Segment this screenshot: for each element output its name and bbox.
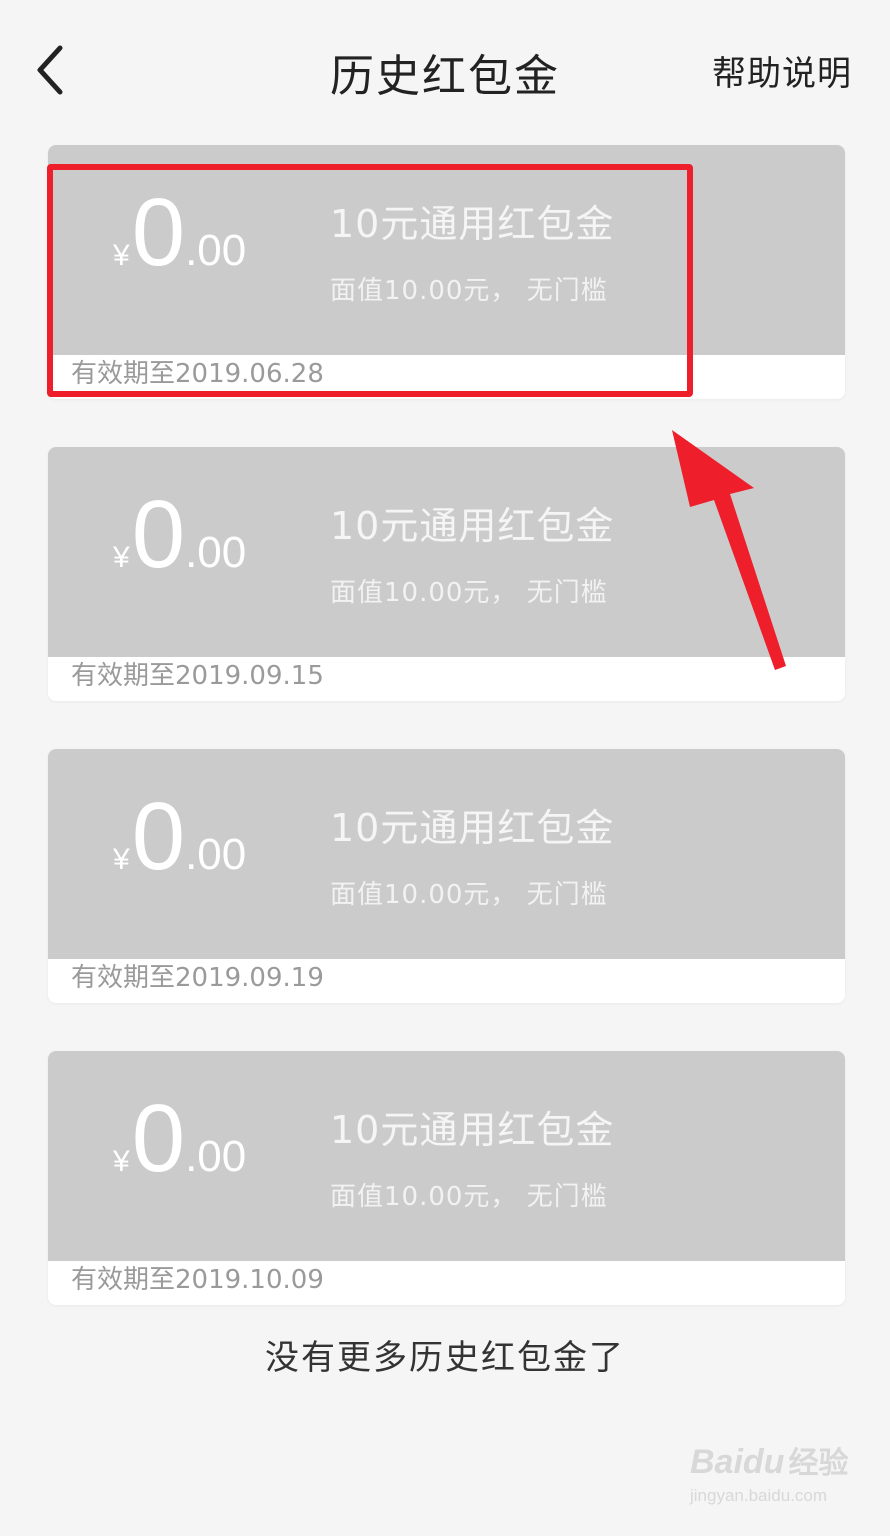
currency-symbol: ¥	[113, 843, 130, 876]
coupon-description: 面值10.00元， 无门槛	[330, 1182, 608, 1212]
currency-symbol: ¥	[113, 1145, 130, 1178]
wave-path	[48, 1246, 845, 1256]
coupon-expiry: 有效期至2019.10.09	[71, 1265, 324, 1295]
top-nav-bar: 历史红包金 帮助说明	[0, 0, 890, 140]
amount-decimal: .00	[185, 830, 247, 879]
watermark-brand-cn: 经验	[788, 1446, 849, 1481]
watermark: Baidu 经验 jingyan.baidu.com	[690, 1438, 860, 1518]
coupon-expiry: 有效期至2019.09.15	[71, 661, 324, 691]
coupon-description: 面值10.00元， 无门槛	[330, 578, 608, 608]
red-arrow-icon	[672, 430, 786, 670]
coupon-title: 10元通用红包金	[330, 504, 615, 548]
amount-integer: 0	[131, 481, 186, 588]
currency-symbol: ¥	[113, 541, 130, 574]
watermark-brand: Baidu	[690, 1443, 785, 1481]
coupon-card[interactable]: ¥0.00 10元通用红包金 面值10.00元， 无门槛 有效期至2019.10…	[48, 1051, 845, 1305]
help-button[interactable]: 帮助说明	[712, 46, 852, 95]
amount-integer: 0	[131, 1085, 186, 1192]
watermark-url: jingyan.baidu.com	[690, 1486, 828, 1505]
amount-integer: 0	[131, 783, 186, 890]
amount-decimal: .00	[185, 528, 247, 577]
coupon-amount: ¥0.00	[113, 487, 246, 583]
highlight-box	[47, 164, 693, 397]
coupon-card[interactable]: ¥0.00 10元通用红包金 面值10.00元， 无门槛 有效期至2019.09…	[48, 749, 845, 1003]
end-of-list-note: 没有更多历史红包金了	[265, 1338, 625, 1378]
coupon-expiry: 有效期至2019.09.19	[71, 963, 324, 993]
amount-decimal: .00	[185, 1132, 247, 1181]
wave-path	[48, 944, 845, 954]
coupon-amount: ¥0.00	[113, 1091, 246, 1187]
coupon-description: 面值10.00元， 无门槛	[330, 880, 608, 910]
coupon-title: 10元通用红包金	[330, 806, 615, 850]
coupon-amount: ¥0.00	[113, 789, 246, 885]
coupon-title: 10元通用红包金	[330, 1108, 615, 1152]
